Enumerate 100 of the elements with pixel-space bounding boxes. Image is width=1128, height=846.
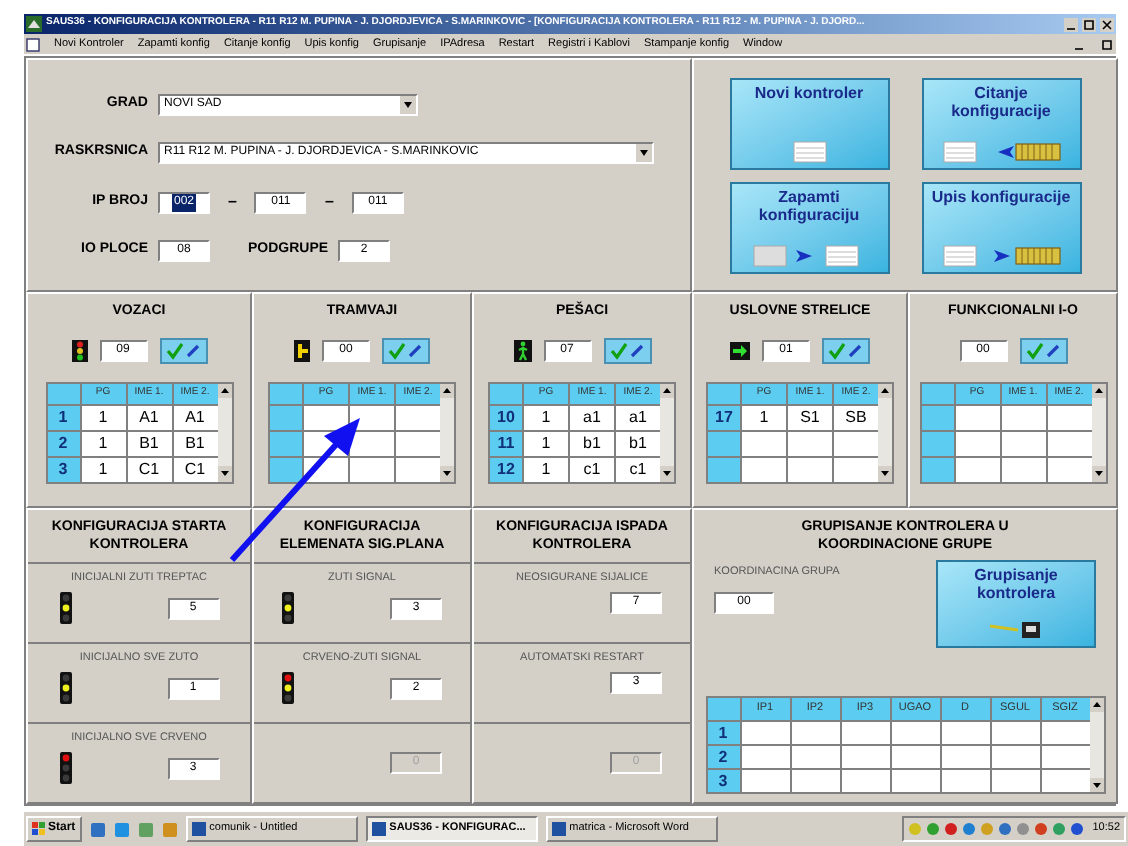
confirm-button[interactable] [603,337,651,363]
row-header[interactable]: 3 [47,457,79,481]
action-button[interactable]: Grupisanje kontrolera [936,560,1096,648]
row-header[interactable]: 3 [707,770,739,792]
row-header[interactable] [921,405,953,429]
table-header [708,383,740,403]
action-button[interactable]: Upis konfiguracije [921,181,1081,273]
document-icon [26,37,40,51]
table-cell [1041,770,1089,792]
tram-signal-icon [294,339,310,361]
row-header[interactable] [270,457,302,481]
row-header[interactable] [708,457,740,481]
row-header[interactable]: 2 [47,431,79,455]
confirm-button[interactable] [159,337,207,363]
check-icon [165,341,201,359]
confirm-button[interactable] [1019,337,1067,363]
table-cell: S1 [788,405,832,429]
scrollbar[interactable] [440,383,454,479]
table-header [707,698,739,720]
action-button[interactable]: Novi kontroler [729,77,889,169]
table-cell [941,770,989,792]
scroll-down-icon [440,465,454,479]
table-cell: C1 [173,457,217,481]
form-icon [791,139,827,163]
table-cell [1001,431,1045,455]
table-cell: 1 [81,457,125,481]
action-button[interactable]: Zapamti konfiguraciju [729,181,889,273]
table-cell: b1 [616,431,660,455]
table-cell [1001,405,1045,429]
pedestrian-signal-icon [513,339,531,361]
table-cell [955,405,999,429]
table-cell: 1 [524,457,568,481]
table-cell: c1 [570,457,614,481]
table-cell [834,431,878,455]
row-header[interactable]: 1 [47,405,79,429]
minimize-icon[interactable] [1064,17,1078,31]
table-cell: 1 [524,431,568,455]
row-header[interactable] [921,431,953,455]
table-cell: a1 [570,405,614,429]
table-cell: a1 [616,405,660,429]
table-cell [891,746,939,768]
window-icon [371,822,386,836]
table-cell [991,770,1039,792]
table-cell [955,431,999,455]
check-icon [1025,341,1061,359]
row-header[interactable] [921,457,953,481]
row-header[interactable]: 11 [490,431,522,455]
scrollbar[interactable] [878,383,892,479]
table-cell [841,770,889,792]
table-cell [791,770,839,792]
table-cell [891,770,939,792]
table-cell [742,457,786,481]
check-icon [828,341,864,359]
confirm-button[interactable] [382,337,430,363]
table-cell: 1 [524,405,568,429]
window-icon [551,822,566,836]
app-icon [26,16,42,32]
table-cell [742,431,786,455]
traffic-light-icon [71,339,87,361]
table-cell: 1 [742,405,786,429]
table-cell [741,746,789,768]
row-header[interactable]: 1 [707,722,739,744]
check-icon [388,341,424,359]
table-cell [991,722,1039,744]
table-cell [841,722,889,744]
table-cell [741,770,789,792]
table-cell: c1 [616,457,660,481]
table-cell [396,457,440,481]
table-cell [791,746,839,768]
row-header[interactable]: 17 [708,405,740,429]
traffic-light-icon [59,752,71,784]
row-header[interactable]: 12 [490,457,522,481]
transfer-drawing [941,139,1061,163]
row-header[interactable]: 10 [490,405,522,429]
scrollbar[interactable] [660,383,674,479]
windows-logo-icon [32,822,46,836]
scroll-down-icon [660,465,674,479]
table-cell: B1 [173,431,217,455]
scroll-down-icon [878,465,892,479]
close-icon[interactable] [1100,17,1114,31]
arrow-signal-icon [730,341,750,359]
row-header[interactable] [270,405,302,429]
table-header [47,383,79,403]
table-cell [1047,405,1091,429]
scroll-up-icon [660,383,674,397]
scroll-up-icon [440,383,454,397]
table-cell [941,722,989,744]
table-cell: B1 [127,431,171,455]
table-cell [891,722,939,744]
traffic-light-icon [282,592,294,624]
separator: – [226,190,239,214]
table-cell: C1 [127,457,171,481]
confirm-button[interactable] [822,337,870,363]
action-button[interactable]: Citanje konfiguracije [921,77,1081,169]
row-header[interactable] [708,431,740,455]
cable-icon [986,618,1046,642]
row-header[interactable] [270,431,302,455]
table-cell: SB [834,405,878,429]
row-header[interactable]: 2 [707,746,739,768]
table-cell [955,457,999,481]
